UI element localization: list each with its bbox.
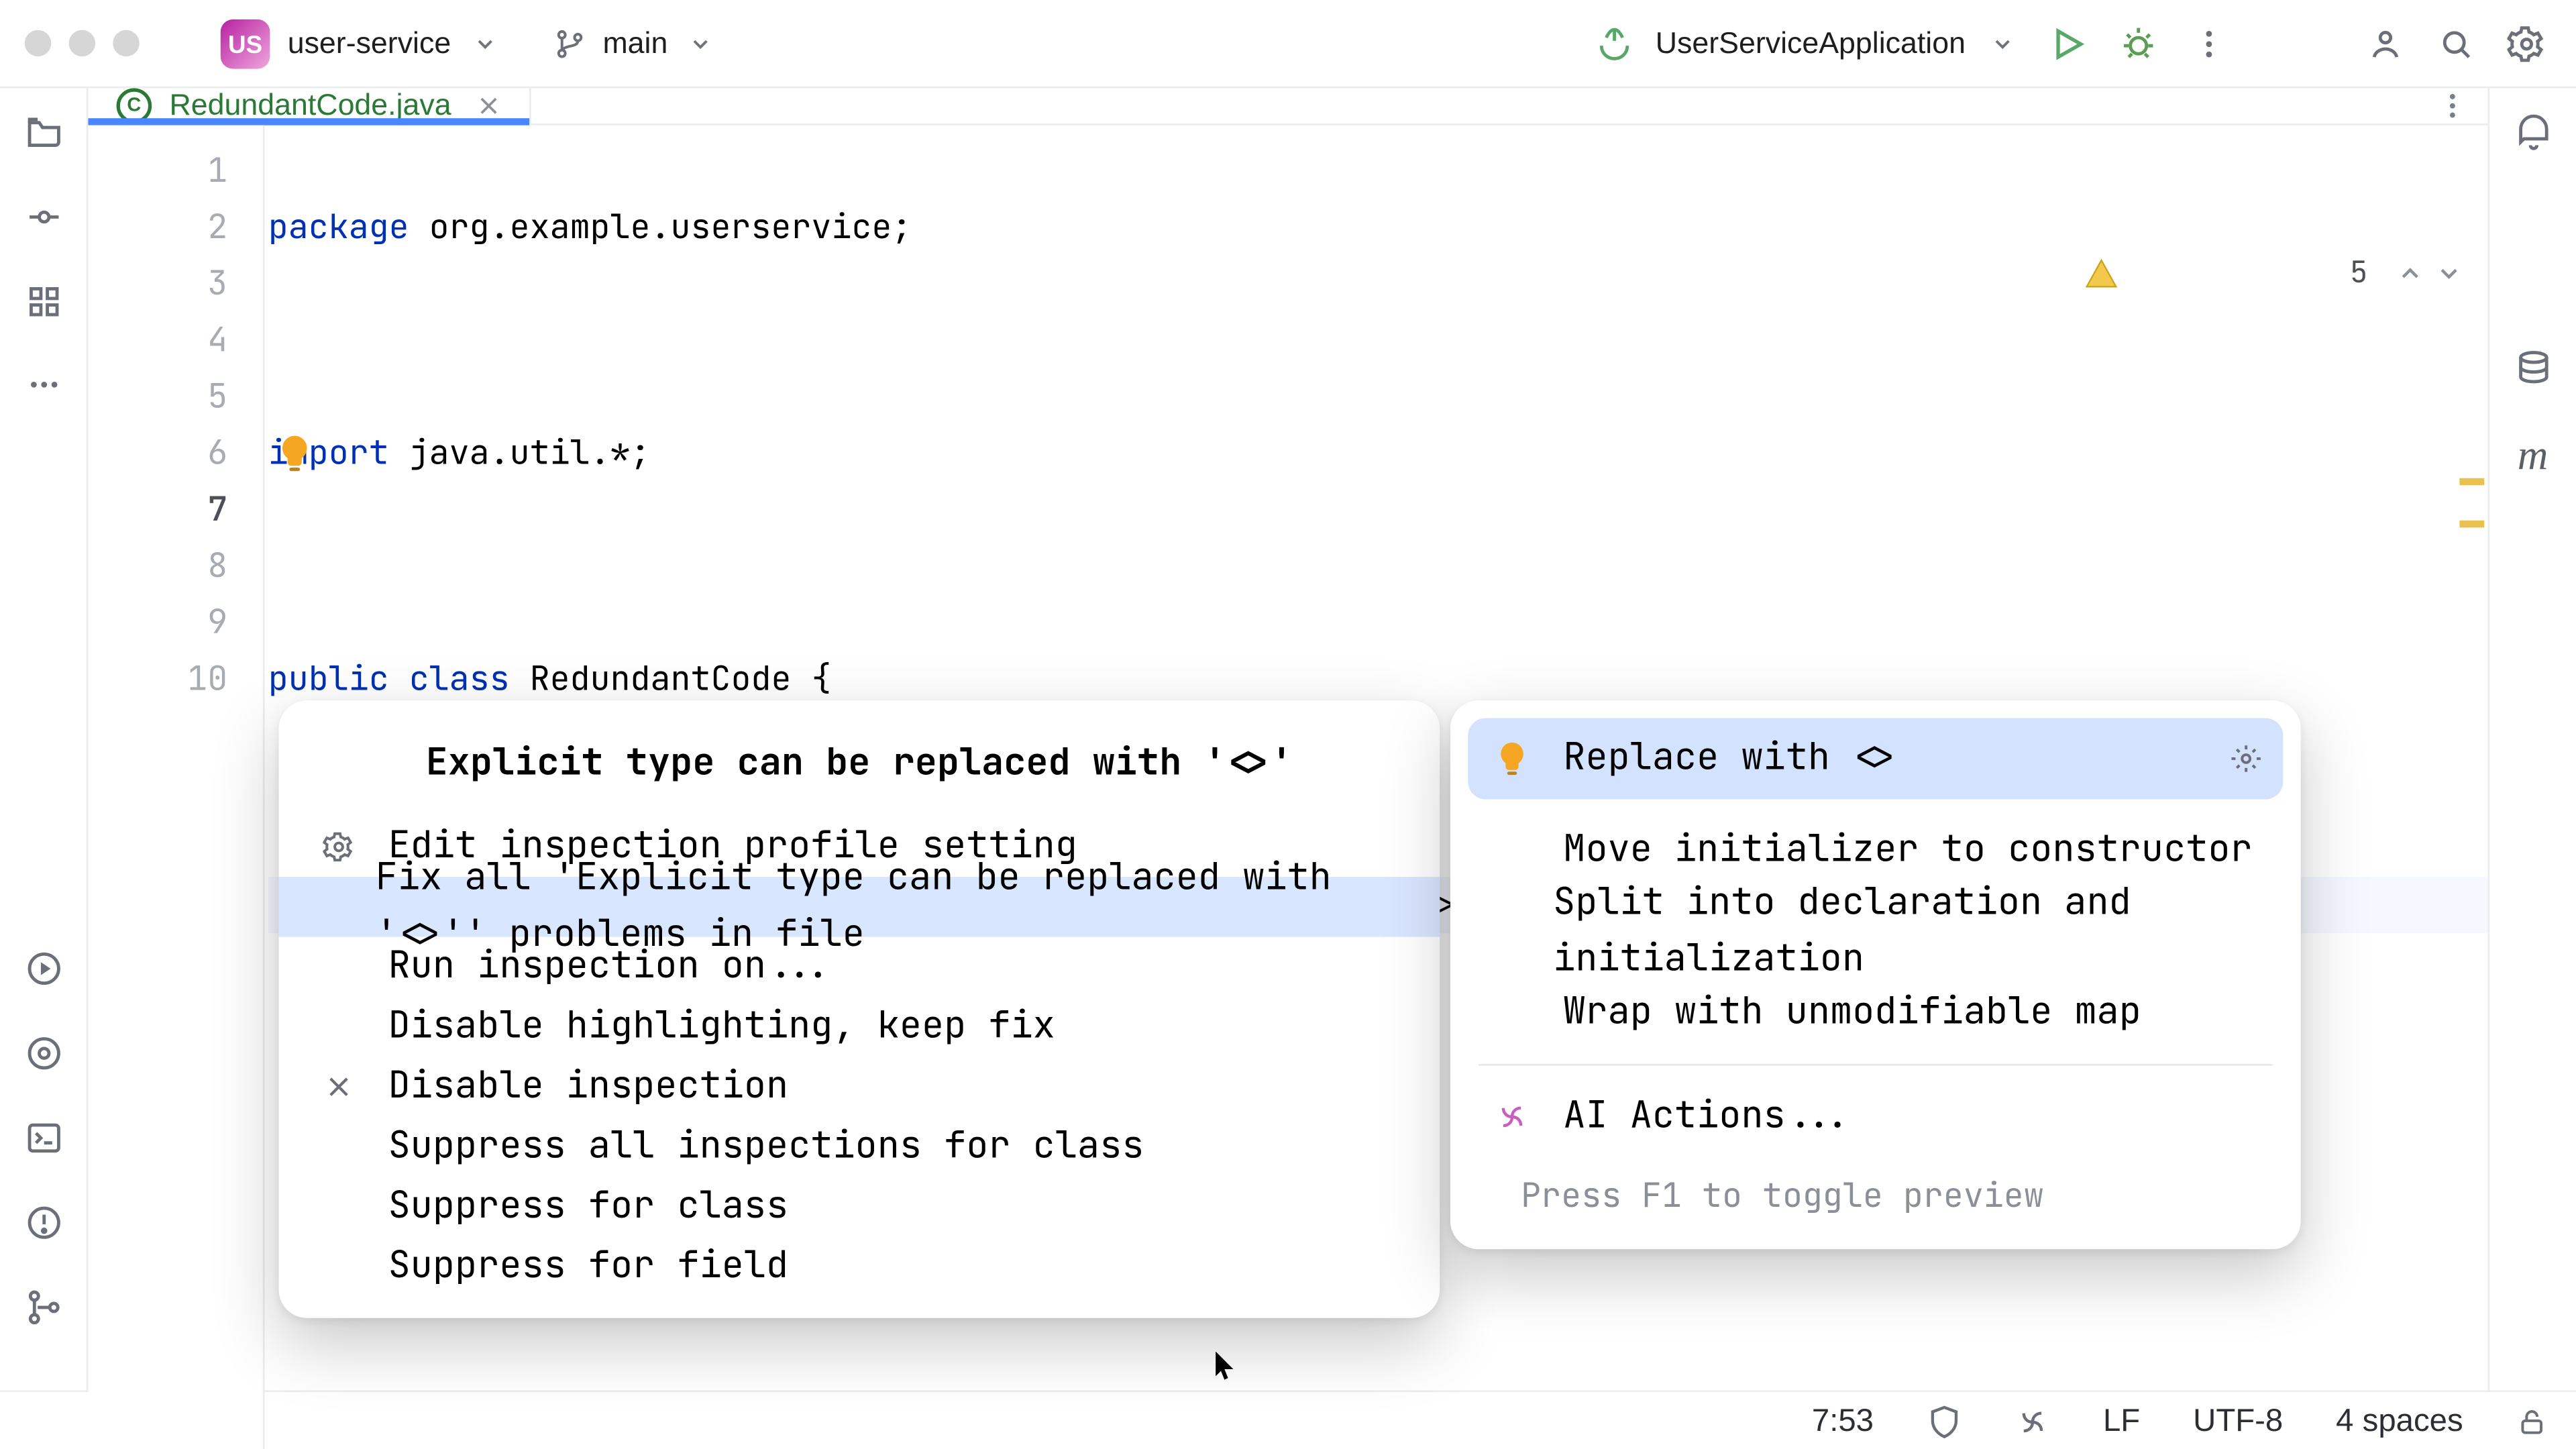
- chevron-down-icon: [689, 31, 714, 56]
- project-name: user-service: [288, 25, 451, 61]
- inspections-widget[interactable]: 5: [2084, 143, 2463, 404]
- project-selector[interactable]: US user-service: [210, 11, 507, 75]
- menu-item-label: Move initializer to constructor: [1563, 822, 2252, 879]
- more-tool-icon[interactable]: [25, 367, 61, 402]
- lightbulb-icon: [1489, 739, 1535, 778]
- code-editor[interactable]: 1 2 3 4 5 6 7 8 9 10 package org.example…: [89, 125, 2488, 1449]
- tab-options-button[interactable]: [2417, 89, 2487, 124]
- prev-highlight-icon[interactable]: [2396, 260, 2424, 288]
- commit-tool-icon[interactable]: [24, 198, 63, 237]
- run-config-name: UserServiceApplication: [1656, 25, 1966, 61]
- next-highlight-icon[interactable]: [2435, 260, 2463, 288]
- warning-icon: [2084, 143, 2336, 404]
- code-with-me-button[interactable]: [2350, 8, 2420, 78]
- vcs-tool-icon[interactable]: [24, 1288, 63, 1327]
- popup-hint: Press F1 to toggle preview: [1468, 1157, 2283, 1231]
- settings-button[interactable]: [2491, 8, 2562, 78]
- menu-item-label: Wrap with unmodifiable map: [1563, 985, 2141, 1041]
- replace-with-diamond-item[interactable]: Replace with <>: [1468, 718, 2283, 799]
- warning-count: 5: [2350, 246, 2368, 302]
- branch-icon: [553, 28, 585, 59]
- intention-actions-popup: Replace with <> Move initializer to cons…: [1450, 700, 2301, 1249]
- problems-tool-icon[interactable]: [24, 1203, 63, 1242]
- fix-all-in-file-item[interactable]: Fix all 'Explicit type can be replaced w…: [279, 877, 1440, 936]
- menu-item-label: Disable highlighting, keep fix: [388, 999, 1055, 1055]
- project-tool-icon[interactable]: [24, 113, 63, 152]
- search-everywhere-button[interactable]: [2421, 8, 2491, 78]
- left-tool-rail: [0, 89, 89, 1391]
- line-gutter: 1 2 3 4 5 6 7 8 9 10: [89, 125, 265, 1449]
- traffic-close[interactable]: [25, 30, 51, 56]
- run-config-selector[interactable]: UserServiceApplication: [1595, 24, 2015, 63]
- run-tool-icon[interactable]: [24, 949, 63, 988]
- traffic-max[interactable]: [113, 30, 139, 56]
- editor-tab-redundantcode[interactable]: C RedundantCode.java: [89, 89, 531, 124]
- services-tool-icon[interactable]: [24, 1034, 63, 1073]
- menu-item-label: Suppress all inspections for class: [388, 1119, 1144, 1175]
- traffic-min[interactable]: [69, 30, 95, 56]
- chevron-down-icon: [472, 31, 497, 56]
- split-declaration-item[interactable]: Split into declaration and initializatio…: [1468, 891, 2283, 972]
- readonly-lock-icon[interactable]: [2516, 1405, 2548, 1437]
- maven-tool-icon[interactable]: m: [2518, 434, 2548, 482]
- menu-item-label: Split into declaration and initializatio…: [1553, 875, 2262, 988]
- chevron-down-icon: [1990, 31, 2015, 56]
- suppress-for-field-item[interactable]: Suppress for field: [279, 1237, 1440, 1297]
- git-branch-selector[interactable]: main: [553, 25, 714, 61]
- menu-item-label: Suppress for field: [388, 1238, 789, 1295]
- close-icon: [317, 1073, 360, 1101]
- run-config-icon: [1595, 24, 1634, 63]
- close-tab-icon[interactable]: [476, 93, 500, 118]
- notifications-tool-icon[interactable]: [2514, 113, 2553, 152]
- active-tab-indicator: [89, 118, 529, 125]
- popup-title: Explicit type can be replaced with '<>': [279, 722, 1440, 817]
- main-toolbar: US user-service main: [0, 0, 2576, 89]
- menu-item-label: AI Actions...: [1563, 1089, 1852, 1145]
- debug-button[interactable]: [2103, 8, 2174, 78]
- menu-item-label: Replace with <>: [1563, 731, 1896, 787]
- terminal-tool-icon[interactable]: [24, 1119, 63, 1158]
- menu-item-label: Disable inspection: [388, 1059, 789, 1115]
- window-traffic-lights: [25, 30, 140, 56]
- suppress-all-for-class-item[interactable]: Suppress all inspections for class: [279, 1117, 1440, 1177]
- submenu-settings-icon[interactable]: [2230, 743, 2261, 774]
- menu-item-label: Run inspection on...: [388, 938, 833, 995]
- inspection-options-popup: Explicit type can be replaced with '<>' …: [279, 700, 1440, 1318]
- project-avatar: US: [221, 19, 270, 68]
- more-actions-button[interactable]: [2174, 8, 2244, 78]
- run-button[interactable]: [2033, 8, 2103, 78]
- editor-tabs: C RedundantCode.java: [89, 89, 2488, 125]
- disable-inspection-item[interactable]: Disable inspection: [279, 1057, 1440, 1116]
- disable-highlighting-item[interactable]: Disable highlighting, keep fix: [279, 997, 1440, 1057]
- error-stripe[interactable]: [2467, 125, 2484, 1449]
- database-tool-icon[interactable]: [2514, 350, 2553, 388]
- ai-spiral-icon: [1489, 1099, 1535, 1135]
- suppress-for-class-item[interactable]: Suppress for class: [279, 1177, 1440, 1236]
- ai-actions-item[interactable]: AI Actions...: [1468, 1076, 2283, 1157]
- branch-name: main: [602, 25, 667, 61]
- structure-tool-icon[interactable]: [24, 282, 63, 321]
- gear-icon: [317, 831, 360, 863]
- intention-bulb-icon[interactable]: [274, 432, 316, 474]
- menu-item-label: Suppress for class: [388, 1179, 789, 1235]
- menu-separator: [1479, 1064, 2273, 1066]
- mouse-cursor-icon: [1214, 1352, 1239, 1383]
